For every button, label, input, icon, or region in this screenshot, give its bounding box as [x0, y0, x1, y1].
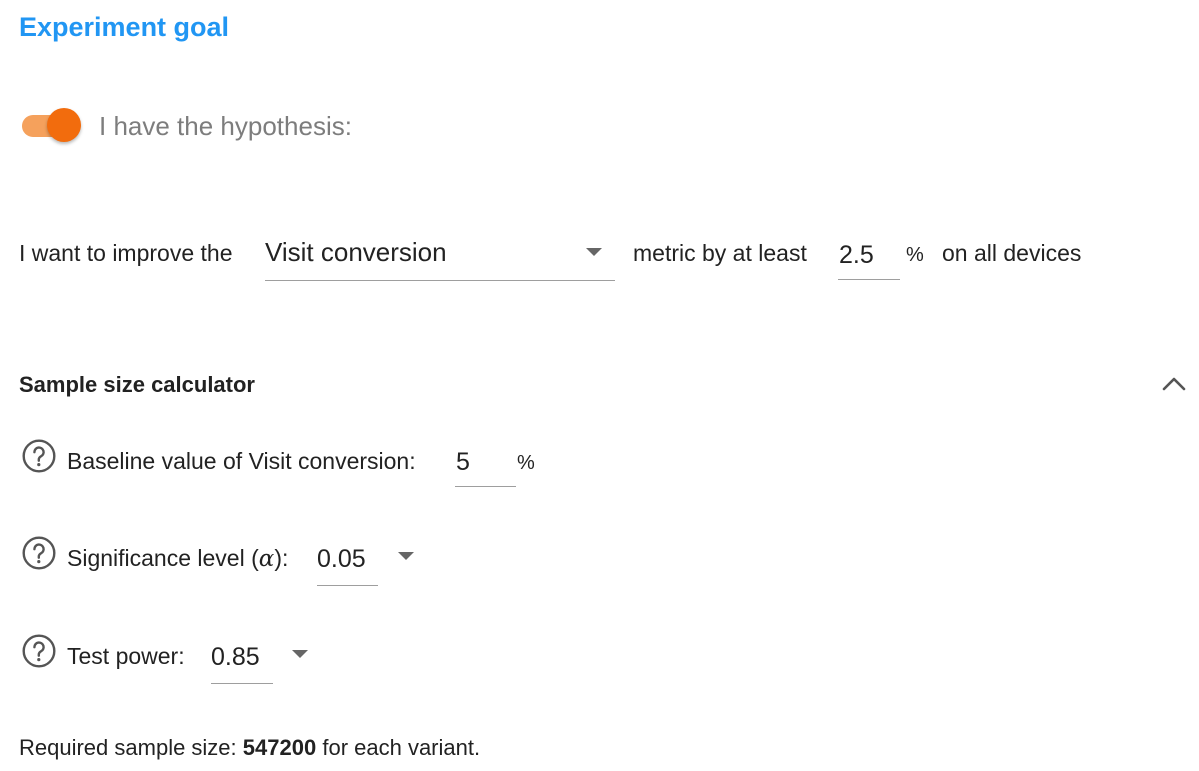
- hypothesis-label: I have the hypothesis:: [99, 111, 352, 141]
- result-value: 547200: [242, 735, 317, 760]
- goal-middle-text: metric by at least: [633, 240, 807, 266]
- hypothesis-toggle[interactable]: [20, 106, 82, 146]
- caret-down-icon[interactable]: [398, 552, 414, 560]
- caret-down-icon: [586, 248, 602, 256]
- significance-label-suffix: ):: [274, 545, 289, 571]
- significance-label-prefix: Significance level (: [67, 545, 259, 571]
- significance-select[interactable]: 0.05: [317, 537, 378, 586]
- alpha-symbol: α: [258, 546, 275, 572]
- baseline-label: Baseline value of Visit conversion:: [67, 448, 416, 474]
- baseline-input[interactable]: [455, 447, 516, 487]
- improvement-input[interactable]: [838, 240, 900, 280]
- test-power-select-value: 0.85: [211, 643, 260, 671]
- significance-select-value: 0.05: [317, 545, 366, 573]
- result-suffix: for each variant.: [322, 735, 481, 760]
- page-title: Experiment goal: [19, 12, 230, 42]
- help-circle-icon[interactable]: [22, 634, 56, 668]
- calculator-title: Sample size calculator: [19, 372, 255, 397]
- help-circle-icon[interactable]: [22, 536, 56, 570]
- metric-select-value: Visit conversion: [265, 237, 447, 267]
- goal-prefix-text: I want to improve the: [19, 240, 233, 266]
- toggle-thumb: [47, 108, 81, 142]
- significance-label: Significance level (α):: [67, 543, 288, 574]
- chevron-up-icon[interactable]: [1160, 372, 1188, 396]
- baseline-percent-sign: %: [517, 452, 535, 474]
- test-power-select[interactable]: 0.85: [211, 635, 273, 684]
- test-power-label: Test power:: [67, 643, 185, 669]
- result-prefix: Required sample size:: [19, 735, 237, 760]
- goal-suffix-text: on all devices: [942, 240, 1082, 266]
- help-circle-icon[interactable]: [22, 439, 56, 473]
- metric-select[interactable]: Visit conversion: [265, 232, 615, 281]
- improvement-percent-sign: %: [906, 244, 924, 266]
- required-sample-size: Required sample size: 547200 for each va…: [19, 734, 480, 762]
- caret-down-icon[interactable]: [292, 650, 308, 658]
